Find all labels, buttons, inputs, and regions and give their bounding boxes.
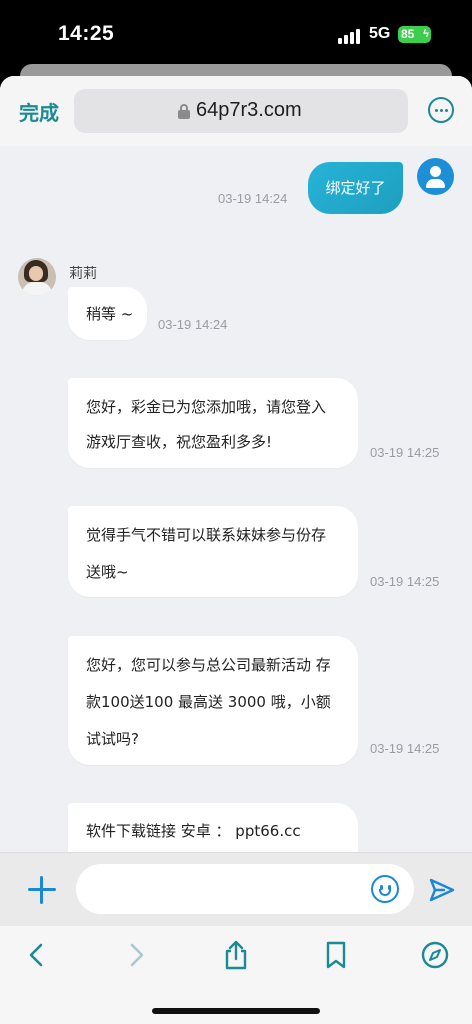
forward-icon[interactable]	[119, 938, 153, 972]
outgoing-message: 绑定好了	[308, 162, 403, 214]
message-text: 您好，您可以参与总公司最新活动 存	[86, 656, 331, 674]
bookmarks-icon[interactable]	[319, 938, 353, 972]
back-icon[interactable]	[20, 938, 54, 972]
charging-icon: ϟ	[423, 28, 429, 40]
message-time: 03-19 14:25	[370, 574, 440, 589]
message-time: 03-19 14:25	[370, 741, 440, 756]
done-button[interactable]: 完成	[19, 97, 59, 126]
message-text: 送哦~	[86, 563, 129, 581]
message-text: 稍等 ~	[86, 305, 134, 323]
incoming-message: 稍等 ~	[68, 287, 147, 340]
battery-icon: 85 ϟ	[398, 26, 431, 43]
compass-icon[interactable]	[418, 938, 452, 972]
home-indicator	[152, 1008, 320, 1014]
message-input[interactable]	[76, 864, 414, 914]
message-text: 款100送100 最高送 3000 哦，小额	[86, 693, 331, 711]
lock-icon	[178, 104, 190, 119]
user-avatar	[417, 158, 454, 195]
incoming-message: 您好，彩金已为您添加哦，请您登入 游戏厅查收，祝您盈利多多!	[68, 378, 358, 468]
message-text: 您好，彩金已为您添加哦，请您登入	[86, 398, 327, 416]
message-time: 03-19 14:24	[158, 317, 228, 332]
share-icon[interactable]	[219, 938, 253, 972]
incoming-message: 您好，您可以参与总公司最新活动 存 款100送100 最高送 3000 哦，小额…	[68, 636, 358, 765]
more-icon[interactable]	[428, 97, 454, 123]
chat-area[interactable]: 03-19 14:24 绑定好了 莉莉 稍等 ~ 03-19 14:24 您好，…	[0, 146, 472, 852]
status-time: 14:25	[58, 22, 115, 45]
browser-toolbar: 完成 64p7r3.com	[0, 76, 472, 146]
browser-sheet: 完成 64p7r3.com 03-19 14:24 绑定好了 莉莉 稍等 ~ 0…	[0, 76, 472, 1024]
url-text: 64p7r3.com	[196, 99, 302, 121]
plus-icon[interactable]	[28, 876, 56, 904]
browser-bottom-nav	[0, 926, 472, 1024]
message-text: 试试吗?	[86, 730, 139, 748]
address-bar[interactable]: 64p7r3.com	[74, 89, 408, 133]
incoming-message: 软件下载链接 安卓 ： ppt66.cc	[68, 803, 358, 852]
incoming-message: 觉得手气不错可以联系妹妹参与份存 送哦~	[68, 506, 358, 597]
message-text: 软件下载链接 安卓 ： ppt66.cc	[86, 822, 301, 840]
emoji-icon[interactable]	[371, 875, 399, 903]
message-text: 游戏厅查收，祝您盈利多多!	[86, 433, 273, 451]
signal-icon	[338, 28, 362, 44]
message-text: 觉得手气不错可以联系妹妹参与份存	[86, 526, 327, 544]
battery-level: 85	[401, 27, 415, 41]
message-time: 03-19 14:25	[370, 445, 440, 460]
status-bar: 14:25 5G 85 ϟ	[0, 0, 472, 68]
agent-name: 莉莉	[69, 266, 97, 282]
send-icon[interactable]	[428, 877, 456, 903]
message-time: 03-19 14:24	[218, 191, 288, 206]
message-input-bar	[0, 852, 472, 926]
network-type: 5G	[369, 25, 391, 42]
agent-avatar	[18, 258, 56, 296]
